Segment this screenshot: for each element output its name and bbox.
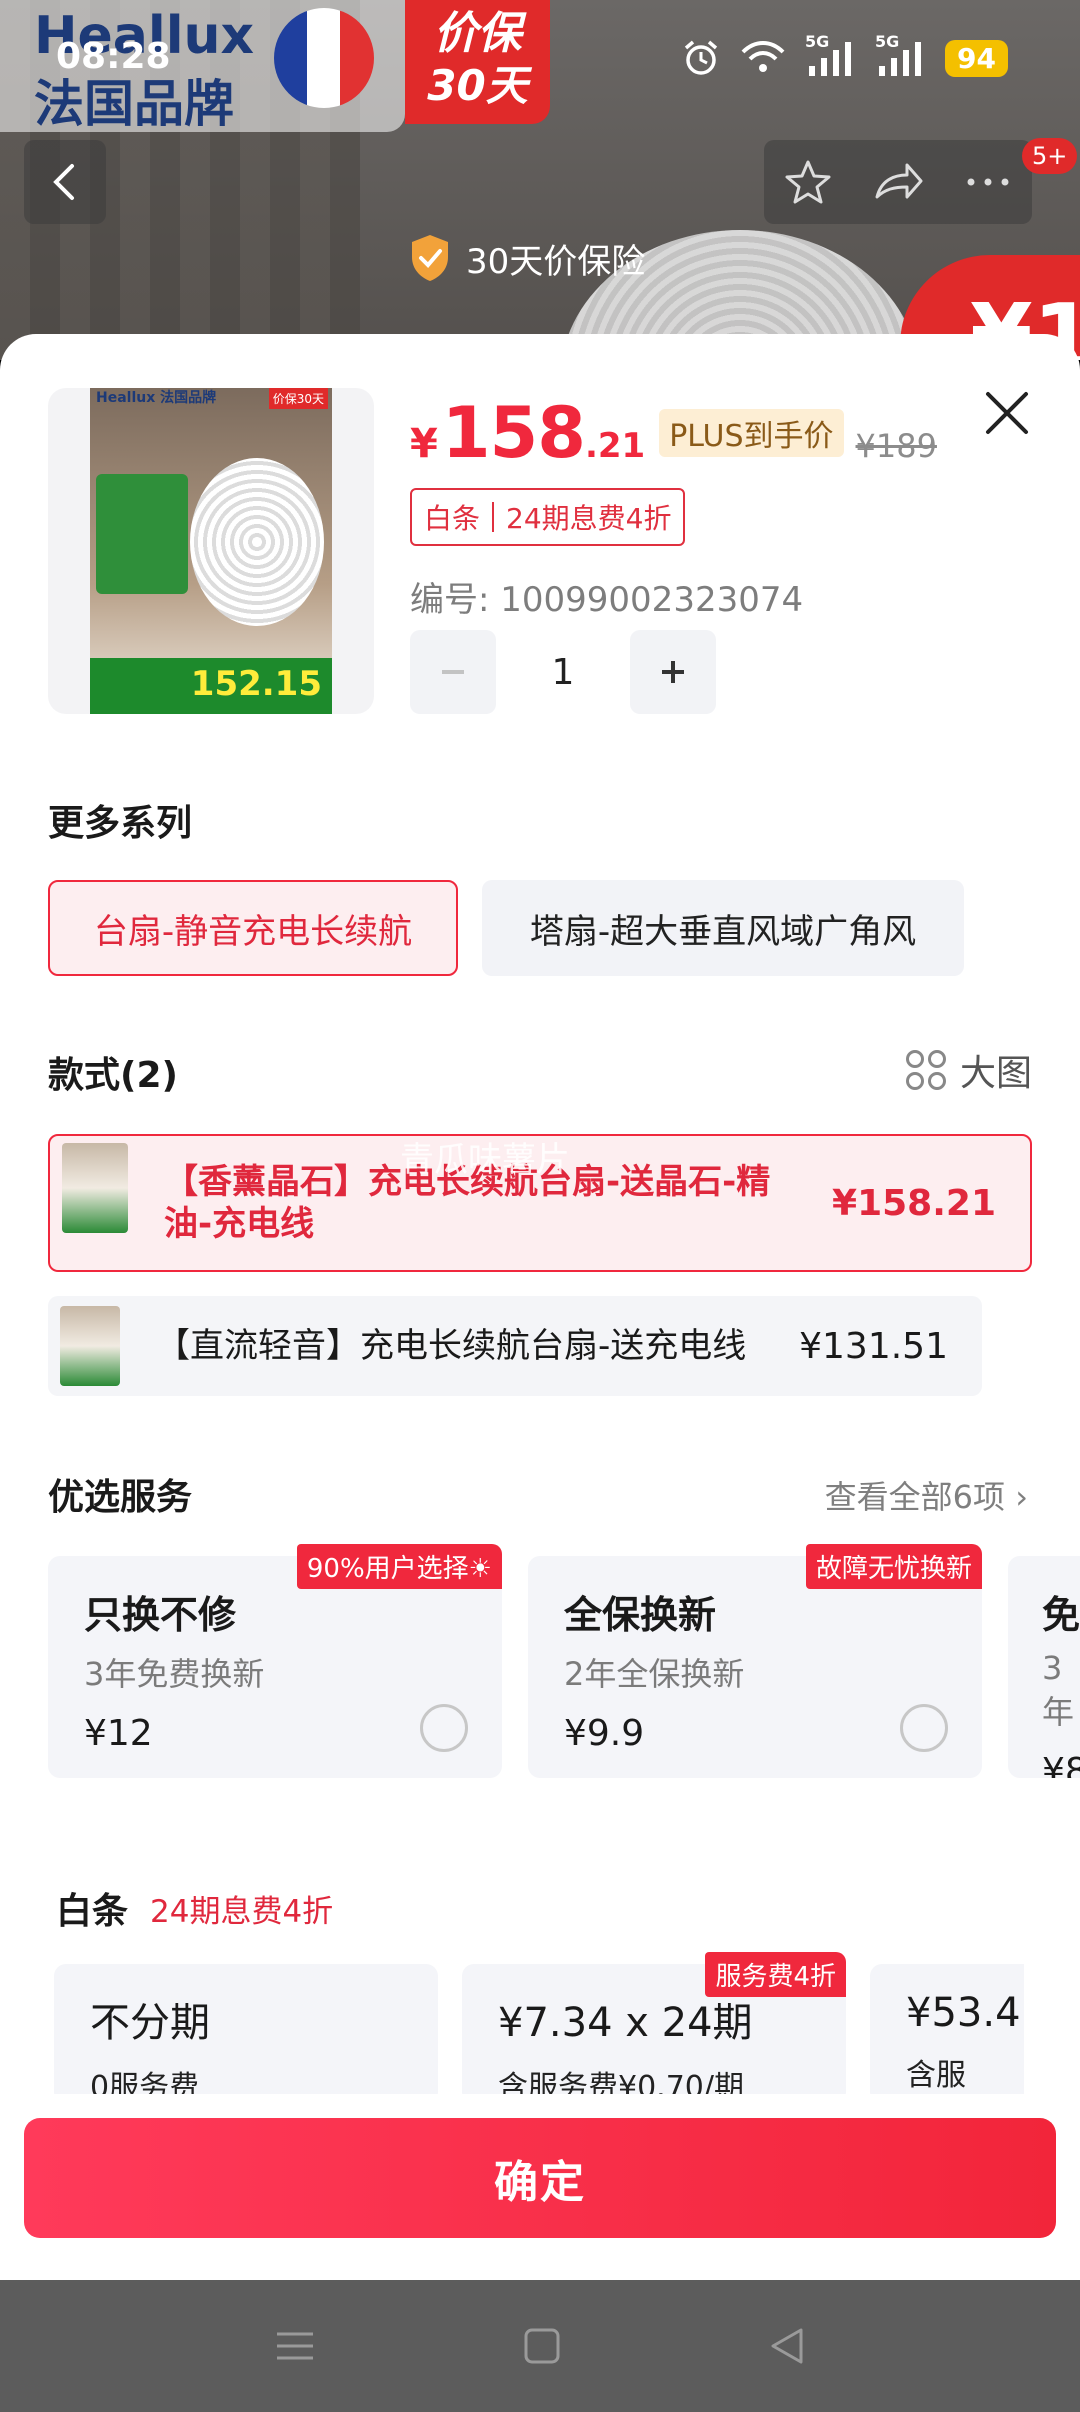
service-price: ¥9.9 [564, 1713, 645, 1754]
product-image: Heallux 法国品牌 价保30天 152.15 [90, 388, 332, 714]
watermark: 青瓜味薯片 [400, 1140, 570, 1180]
installment-main: 不分期 [90, 2000, 210, 2046]
price-integer: 158 [441, 392, 586, 474]
battery-indicator: 94 [945, 39, 1008, 77]
more-icon[interactable] [963, 172, 1013, 192]
installment-option-24[interactable]: 服务费4折 ¥7.34 x 24期 含服务费¥0.70/期 [462, 1952, 846, 2105]
plus-price-tag: PLUS到手价 [659, 409, 844, 457]
price-row: ¥ 158 .21 PLUS到手价 ¥189 [410, 392, 937, 474]
service-subtitle: 3年 [1042, 1649, 1075, 1731]
price-currency: ¥ [410, 421, 438, 467]
style-name: 【直流轻音】充电长续航台扇-送充电线 [156, 1326, 747, 1366]
service-title: 免 [1042, 1593, 1080, 1637]
installment-main: ¥7.34 x 24期 [498, 2000, 753, 2046]
quantity-value[interactable]: 1 [496, 652, 630, 693]
plus-icon [662, 661, 684, 683]
service-radio[interactable] [420, 1704, 468, 1752]
grid-icon [905, 1050, 946, 1090]
system-nav-bar [0, 2280, 1080, 2412]
installment-tag: 服务费4折 [705, 1952, 846, 1997]
installment-option-none[interactable]: 不分期 0服务费 [54, 1964, 438, 2104]
guarantee-text: 30天价保险 [466, 241, 646, 282]
series-option-tower-fan[interactable]: 塔扇-超大垂直风域广角风 [482, 880, 964, 976]
status-time: 08:28 [56, 36, 171, 77]
service-title: 只换不修 [84, 1593, 237, 1637]
services-title: 优选服务 [48, 1477, 193, 1518]
style-thumbnail [62, 1143, 128, 1233]
thumbnail-price: 152.15 [90, 658, 332, 714]
service-radio[interactable] [900, 1704, 948, 1752]
confirm-button[interactable]: 确定 [24, 2118, 1056, 2238]
style-title: 款式(2) [48, 1055, 178, 1096]
back-triangle-icon[interactable] [767, 2326, 807, 2366]
chevron-left-icon [53, 164, 74, 200]
back-button[interactable] [24, 140, 106, 224]
style-price: ¥158.21 [832, 1182, 996, 1224]
wifi-icon [741, 41, 785, 72]
series-title: 更多系列 [48, 803, 193, 844]
alarm-icon [684, 40, 718, 75]
confirm-bar: 确定 [0, 2094, 1080, 2280]
baitiao-label: 白条 [424, 502, 481, 535]
decrease-button[interactable] [410, 630, 496, 714]
thumbnail-logo: Heallux 法国品牌 [96, 390, 217, 406]
notification-badge: 5+ [1022, 138, 1078, 174]
minus-icon [442, 670, 464, 674]
service-subtitle: 2年全保换新 [564, 1655, 745, 1693]
shield-check-icon [412, 235, 448, 281]
thumbnail-promo [96, 474, 188, 594]
status-bar: 08:28 5G 5G 94 [0, 0, 1080, 120]
service-subtitle: 3年免费换新 [84, 1655, 265, 1693]
increase-button[interactable] [630, 630, 716, 714]
big-view-label: 大图 [959, 1053, 1032, 1094]
baitiao-promo-tag: 白条 24期息费4折 [410, 488, 686, 546]
service-price: ¥8 [1042, 1751, 1080, 1778]
close-icon[interactable] [982, 388, 1032, 438]
big-view-toggle[interactable]: 大图 [905, 1044, 1032, 1096]
menu-icon[interactable] [273, 2326, 317, 2366]
installment-title: 白条 [56, 1891, 129, 1932]
product-thumbnail[interactable]: Heallux 法国品牌 价保30天 152.15 [48, 388, 374, 714]
status-icons: 5G 5G 94 [681, 32, 1008, 78]
signal-5g-2-icon: 5G [875, 32, 927, 78]
star-icon[interactable] [783, 157, 833, 207]
style-option-dc[interactable]: 【直流轻音】充电长续航台扇-送充电线 ¥131.51 [48, 1296, 982, 1396]
service-card-full-protection[interactable]: 故障无忧换新 全保换新 2年全保换新 ¥9.9 [528, 1544, 982, 1778]
service-tag: 故障无忧换新 [805, 1544, 982, 1589]
installment-main: ¥53.4 [906, 1990, 1021, 2036]
service-title: 全保换新 [564, 1593, 717, 1637]
share-icon[interactable] [871, 157, 925, 207]
service-price: ¥12 [84, 1713, 153, 1754]
price-decimal: .21 [584, 426, 646, 466]
installment-option-partial[interactable]: ¥53.4 含服务费 [870, 1964, 1024, 2104]
thumbnail-fan [190, 458, 324, 626]
sku-selector-sheet: Heallux 法国品牌 价保30天 152.15 ¥ 158 .21 PLUS… [0, 334, 1080, 2280]
see-all-services-link[interactable]: 查看全部6项 › [825, 1472, 1028, 1518]
installment-subtitle: 24期息费4折 [150, 1894, 334, 1930]
sku-number: 编号: 10099002323074 [410, 580, 804, 620]
style-thumbnail [60, 1306, 120, 1386]
service-tag: 90%用户选择☀ [296, 1544, 502, 1589]
style-price: ¥131.51 [799, 1325, 948, 1367]
series-option-desk-fan[interactable]: 台扇-静音充电长续航 [48, 880, 458, 976]
original-price: ¥189 [855, 427, 937, 465]
guarantee-banner[interactable]: 30天价保险 [408, 222, 678, 294]
thumbnail-tag: 价保30天 [268, 388, 328, 409]
baitiao-offer: 24期息费4折 [506, 502, 672, 535]
signal-5g-1-icon: 5G [805, 32, 857, 78]
quantity-stepper: 1 [410, 630, 716, 714]
service-card-replace-only[interactable]: 90%用户选择☀ 只换不修 3年免费换新 ¥12 [48, 1544, 502, 1778]
service-card-partial[interactable]: 免 3年 ¥8 [1008, 1556, 1080, 1778]
home-icon[interactable] [522, 2326, 562, 2366]
top-actions [764, 140, 1032, 224]
